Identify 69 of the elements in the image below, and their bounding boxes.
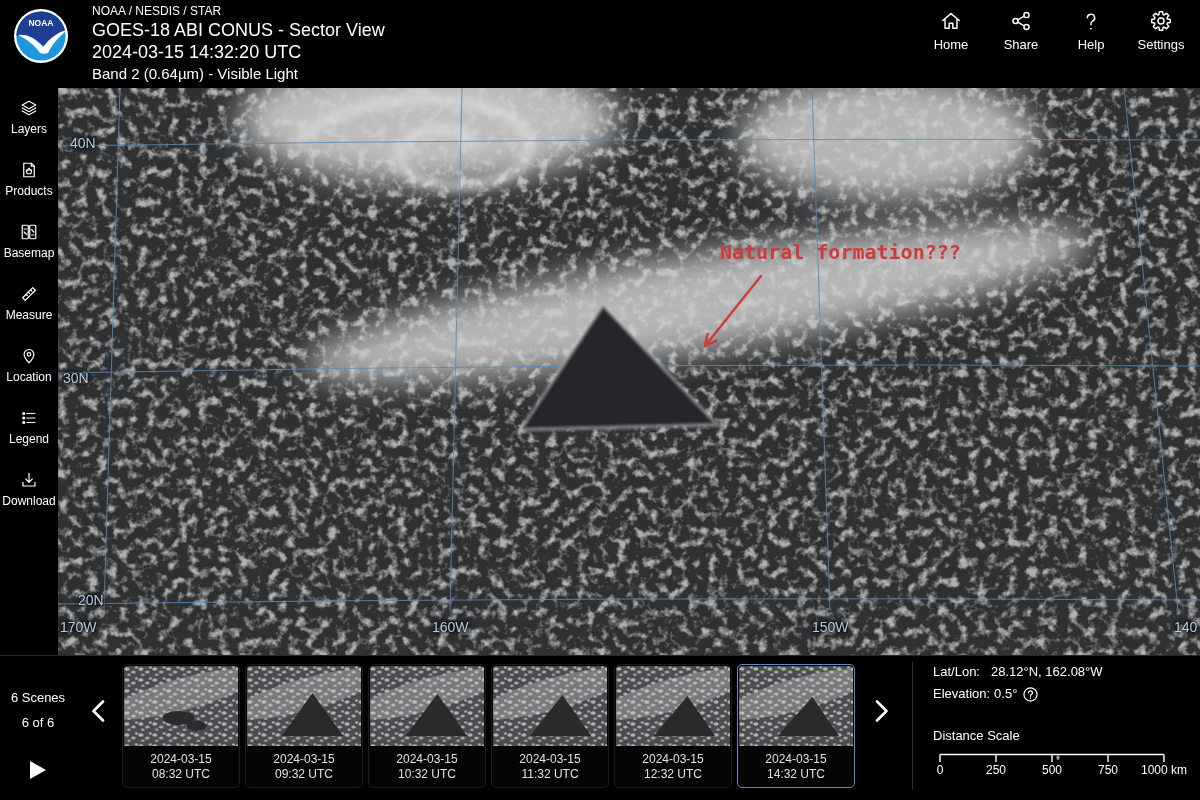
- help-button[interactable]: Help: [1056, 0, 1126, 55]
- scene-position: 6 of 6: [21, 715, 55, 731]
- scale-label: 1000 km: [1141, 763, 1187, 777]
- latitude-label: 40N: [70, 135, 96, 151]
- elevation-label: Elevation:: [933, 686, 991, 702]
- scene-card[interactable]: 2024-03-15 10:32 UTC: [368, 664, 486, 788]
- latlon-label: Lat/Lon:: [933, 664, 980, 680]
- download-button[interactable]: Download: [0, 467, 58, 512]
- play-icon: [30, 761, 46, 779]
- scene-time: 14:32 UTC: [767, 767, 825, 782]
- scene-date: 2024-03-15: [519, 752, 581, 767]
- list-icon: [20, 409, 38, 427]
- settings-icon: [1150, 10, 1172, 32]
- longitude-label: 170W: [60, 619, 97, 635]
- chevron-left-icon: [91, 700, 105, 722]
- timestamp-text: 2024-03-15 14:32:20 UTC: [92, 41, 302, 63]
- scene-card[interactable]: 2024-03-15 14:32 UTC: [737, 664, 855, 788]
- scale-label: 0: [936, 763, 944, 777]
- longitude-label: 140: [1174, 619, 1198, 635]
- longitude-label: 160W: [432, 619, 469, 635]
- play-button[interactable]: [30, 761, 46, 779]
- page-title: GOES-18 ABI CONUS - Sector View: [92, 19, 385, 41]
- scale-label: 750: [1098, 763, 1118, 777]
- latlon-value: 28.12°N, 162.08°W: [991, 664, 1103, 680]
- scene-date: 2024-03-15: [765, 752, 827, 767]
- scene-time: 11:32 UTC: [521, 767, 579, 782]
- scene-card[interactable]: 2024-03-15 12:32 UTC: [614, 664, 732, 788]
- scene-date: 2024-03-15: [150, 752, 212, 767]
- layers-button[interactable]: Layers: [0, 95, 58, 140]
- scene-card[interactable]: 2024-03-15 09:32 UTC: [245, 664, 363, 788]
- scale-label: 500: [1042, 763, 1062, 777]
- download-icon: [20, 471, 38, 489]
- organization-text: NOAA / NESDIS / STAR: [92, 3, 222, 19]
- location-button[interactable]: Location: [0, 343, 58, 388]
- chevron-right-icon: [875, 700, 889, 722]
- elevation-value: 0.5°: [994, 686, 1018, 702]
- layers-icon: [20, 99, 38, 117]
- scene-time: 10:32 UTC: [398, 767, 456, 782]
- two-panel-icon: [20, 223, 38, 241]
- document-icon: [20, 161, 38, 179]
- annotation-text: Natural formation???: [720, 240, 961, 264]
- scale-label: 250: [986, 763, 1006, 777]
- marker-icon: [1056, 754, 1060, 761]
- scene-card[interactable]: 2024-03-15 08:32 UTC: [122, 664, 240, 788]
- share-icon: [1010, 10, 1032, 32]
- basemap-button[interactable]: Basemap: [0, 219, 58, 264]
- band-text: Band 2 (0.64µm) - Visible Light: [92, 64, 298, 84]
- scale-title: Distance Scale: [933, 728, 1021, 744]
- longitude-label: 150W: [812, 619, 849, 635]
- scene-date: 2024-03-15: [396, 752, 458, 767]
- scene-date: 2024-03-15: [273, 752, 335, 767]
- scene-time: 08:32 UTC: [152, 767, 210, 782]
- ruler-icon: [20, 285, 38, 303]
- scene-card[interactable]: 2024-03-15 11:32 UTC: [491, 664, 609, 788]
- latitude-label: 20N: [78, 592, 104, 608]
- home-icon: [940, 10, 962, 32]
- scene-time: 09:32 UTC: [275, 767, 333, 782]
- scene-count: 6 Scenes: [10, 690, 66, 706]
- scene-date: 2024-03-15: [642, 752, 704, 767]
- scene-time: 12:32 UTC: [644, 767, 702, 782]
- settings-button[interactable]: Settings: [1126, 0, 1196, 55]
- latitude-label: 30N: [63, 370, 89, 386]
- legend-button[interactable]: Legend: [0, 405, 58, 450]
- logo: NOAA: [14, 9, 68, 63]
- products-button[interactable]: Products: [0, 157, 58, 202]
- help-icon[interactable]: [1023, 686, 1039, 702]
- home-button[interactable]: Home: [916, 0, 986, 55]
- measure-button[interactable]: Measure: [0, 281, 58, 326]
- share-button[interactable]: Share: [986, 0, 1056, 55]
